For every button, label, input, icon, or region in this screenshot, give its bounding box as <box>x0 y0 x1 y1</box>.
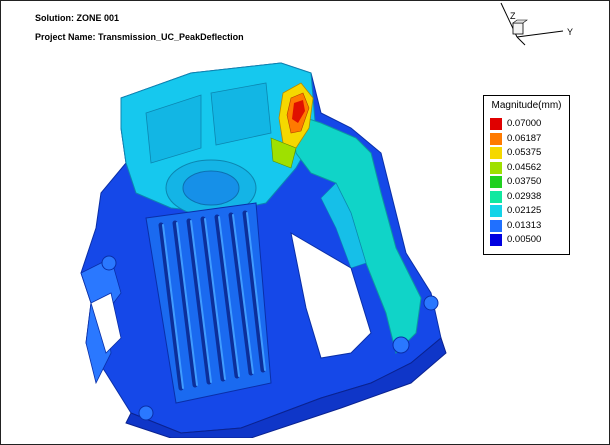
legend-entry: 0.05375 <box>490 146 566 161</box>
legend-entry: 0.02125 <box>490 204 566 219</box>
legend-entries: 0.07000 0.06187 0.05375 0.04562 0.03750 0.029… <box>490 117 566 248</box>
legend-entry: 0.06187 <box>490 132 566 147</box>
legend-value: 0.07000 <box>507 118 542 129</box>
legend-value: 0.02125 <box>507 205 542 216</box>
legend-color-swatch <box>490 219 502 232</box>
legend-color-swatch <box>490 234 502 246</box>
legend-value: 0.01313 <box>507 219 542 231</box>
legend-value: 0.02938 <box>507 190 542 202</box>
legend-entry: 0.02938 <box>490 190 566 205</box>
legend-value: 0.06187 <box>507 132 542 144</box>
magnitude-legend: Magnitude(mm) 0.07000 0.06187 0.05375 0.045… <box>483 95 570 255</box>
legend-entry: 0.04562 <box>490 161 566 176</box>
legend-color-swatch <box>490 161 502 174</box>
y-axis-label: Y <box>567 27 573 37</box>
legend-title: Magnitude(mm) <box>491 100 562 111</box>
legend-color-swatch <box>490 190 502 203</box>
transmission-housing-model[interactable] <box>51 53 471 438</box>
legend-entry: 0.00500 <box>490 233 566 248</box>
legend-entry: 0.07000 <box>490 117 566 132</box>
legend-color-swatch <box>490 132 502 145</box>
legend-value: 0.03750 <box>507 176 542 187</box>
legend-color-swatch <box>490 147 502 159</box>
result-viewport[interactable]: Solution: ZONE 001 Project Name: Transmi… <box>0 0 610 445</box>
legend-value: 0.04562 <box>507 161 542 173</box>
legend-color-swatch <box>490 176 502 188</box>
legend-color-swatch <box>490 118 502 130</box>
legend-entry: 0.01313 <box>490 219 566 234</box>
project-name-label: Project Name: Transmission_UC_PeakDeflec… <box>35 32 244 42</box>
z-axis-label: Z <box>510 11 516 21</box>
legend-color-swatch <box>490 205 502 217</box>
legend-value: 0.05375 <box>507 147 542 158</box>
solution-label: Solution: ZONE 001 <box>35 13 120 23</box>
legend-value: 0.00500 <box>507 234 542 245</box>
axis-triad: Z Y <box>500 2 573 46</box>
legend-entry: 0.03750 <box>490 175 566 190</box>
